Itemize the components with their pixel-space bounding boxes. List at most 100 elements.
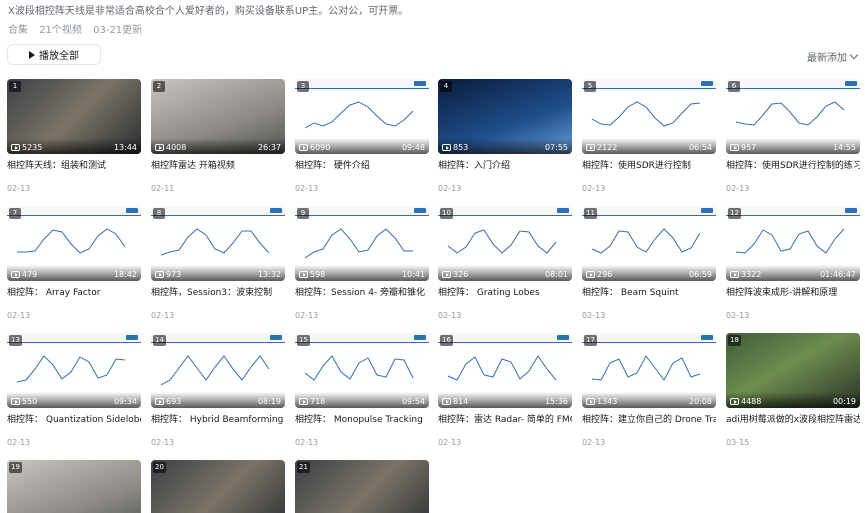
view-count: 598: [299, 270, 325, 279]
video-thumbnail[interactable]: 3 6090 09:48: [295, 79, 429, 154]
video-card[interactable]: 17 1343 20:08 相控阵：建立你自己的 Drone Tracking Rad…: [582, 333, 716, 447]
video-thumbnail[interactable]: 21: [295, 460, 429, 513]
view-count-value: 814: [453, 397, 469, 406]
video-title[interactable]: adi用树莓派做的x波段相控阵雷达: [726, 414, 860, 426]
video-index: 3: [297, 81, 309, 92]
video-date: 02-13: [582, 184, 606, 193]
video-card[interactable]: 16 814 15:36 相控阵：雷达 Radar- 简单的 FMCW 02-13: [438, 333, 572, 447]
video-thumbnail[interactable]: 6 957 14:55: [726, 79, 860, 154]
video-thumbnail[interactable]: 2 4008 26:37: [151, 79, 285, 154]
play-count-icon: [299, 271, 308, 278]
video-thumbnail[interactable]: 19: [7, 460, 141, 513]
video-title[interactable]: 相控阵：使用SDR进行控制: [582, 160, 716, 172]
video-card[interactable]: 2 4008 26:37 相控阵雷达 开箱视频 02-11: [151, 79, 285, 193]
video-index: 21: [297, 462, 310, 473]
video-thumbnail[interactable]: 8 973 13:32: [151, 206, 285, 281]
video-date: 02-11: [151, 184, 175, 193]
video-card[interactable]: 5 2122 06:54 相控阵：使用SDR进行控制 02-13: [582, 79, 716, 193]
video-index: 1: [9, 81, 21, 92]
video-card[interactable]: 4 853 07:55 相控阵：入门介绍 02-13: [438, 79, 572, 193]
video-date: 02-13: [582, 438, 606, 447]
play-count-icon: [586, 271, 595, 278]
video-title[interactable]: 相控阵： Array Factor: [7, 287, 141, 299]
video-date: 02-13: [438, 184, 462, 193]
video-card[interactable]: 15 718 09:54 相控阵： Monopulse Tracking 02-13: [295, 333, 429, 447]
video-card[interactable]: 8 973 13:32 相控阵，Session3：波束控制 02-13: [151, 206, 285, 320]
video-card[interactable]: 10 326 08:01 相控阵： Grating Lobes 02-13: [438, 206, 572, 320]
video-title[interactable]: 相控阵： Grating Lobes: [438, 287, 572, 299]
video-title[interactable]: 相控阵： Quantization Sidelobes: [7, 414, 141, 426]
view-count-value: 326: [453, 270, 469, 279]
video-card[interactable]: 18 4488 00:19 adi用树莓派做的x波段相控阵雷达 03-15: [726, 333, 860, 447]
video-thumbnail[interactable]: 10 326 08:01: [438, 206, 572, 281]
play-count-icon: [11, 144, 20, 151]
play-count-icon: [155, 144, 164, 151]
video-thumbnail[interactable]: 20: [151, 460, 285, 513]
video-duration: 20:08: [688, 397, 712, 406]
view-count: 296: [586, 270, 612, 279]
video-card[interactable]: 7 479 18:42 相控阵： Array Factor 02-13: [7, 206, 141, 320]
video-title[interactable]: 相控阵： Hybrid Beamforming: [151, 414, 285, 426]
video-card[interactable]: 6 957 14:55 相控阵：使用SDR进行控制的练习题 02-13: [726, 79, 860, 193]
view-count: 718: [299, 397, 325, 406]
video-thumbnail[interactable]: 7 479 18:42: [7, 206, 141, 281]
video-thumbnail[interactable]: 11 296 06:59: [582, 206, 716, 281]
video-thumbnail[interactable]: 16 814 15:36: [438, 333, 572, 408]
play-count-icon: [155, 398, 164, 405]
video-date: 02-13: [151, 311, 175, 320]
video-thumbnail[interactable]: 15 718 09:54: [295, 333, 429, 408]
view-count-value: 2122: [597, 143, 618, 152]
video-title[interactable]: 相控阵雷达 开箱视频: [151, 160, 285, 172]
video-card[interactable]: 3 6090 09:48 相控阵： 硬件介绍 02-13: [295, 79, 429, 193]
play-all-button[interactable]: 播放全部: [7, 44, 101, 65]
play-count-icon: [299, 398, 308, 405]
video-thumbnail[interactable]: 14 693 08:19: [151, 333, 285, 408]
view-count: 693: [155, 397, 181, 406]
video-card[interactable]: 13 550 09:34 相控阵： Quantization Sidelobes 02-…: [7, 333, 141, 447]
video-title[interactable]: 相控阵：使用SDR进行控制的练习题: [726, 160, 860, 172]
view-count: 326: [442, 270, 468, 279]
video-title[interactable]: 相控阵：Session 4- 旁瓣和锥化: [295, 287, 429, 299]
video-thumbnail[interactable]: 17 1343 20:08: [582, 333, 716, 408]
video-thumbnail[interactable]: 5 2122 06:54: [582, 79, 716, 154]
video-title[interactable]: 相控阵：雷达 Radar- 简单的 FMCW: [438, 414, 572, 426]
video-thumbnail[interactable]: 9 598 10:41: [295, 206, 429, 281]
video-card[interactable]: 12 3322 01:46:47 相控阵波束成形-讲解和原理 02-13: [726, 206, 860, 320]
play-icon: [29, 50, 35, 59]
video-title[interactable]: 相控阵： 硬件介绍: [295, 160, 429, 172]
view-count: 479: [11, 270, 37, 279]
video-thumbnail[interactable]: 12 3322 01:46:47: [726, 206, 860, 281]
video-title[interactable]: 相控阵： Monopulse Tracking: [295, 414, 429, 426]
video-card[interactable]: 9 598 10:41 相控阵：Session 4- 旁瓣和锥化 02-13: [295, 206, 429, 320]
video-card[interactable]: 11 296 06:59 相控阵： Beam Squint 02-13: [582, 206, 716, 320]
video-duration: 13:32: [257, 270, 281, 279]
video-index: 18: [728, 335, 741, 346]
view-count-value: 550: [22, 397, 38, 406]
video-thumbnail[interactable]: 13 550 09:34: [7, 333, 141, 408]
video-card[interactable]: 19: [7, 460, 141, 513]
video-index: 5: [584, 81, 596, 92]
video-title[interactable]: 相控阵波束成形-讲解和原理: [726, 287, 860, 299]
video-card[interactable]: 21: [295, 460, 429, 513]
view-count-value: 853: [453, 143, 469, 152]
video-thumbnail[interactable]: 18 4488 00:19: [726, 333, 860, 408]
video-date: 03-15: [726, 438, 750, 447]
video-title[interactable]: 相控阵：建立你自己的 Drone Tracking Radar- 部分1: [582, 414, 716, 426]
video-title[interactable]: 相控阵：入门介绍: [438, 160, 572, 172]
view-count-value: 4488: [741, 397, 762, 406]
video-title[interactable]: 相控阵，Session3：波束控制: [151, 287, 285, 299]
view-count: 550: [11, 397, 37, 406]
video-index: 14: [153, 335, 166, 346]
video-title[interactable]: 相控阵： Beam Squint: [582, 287, 716, 299]
video-card[interactable]: 1 5235 13:44 相控阵天线：组装和测试 02-13: [7, 79, 141, 193]
video-date: 02-13: [295, 438, 319, 447]
video-thumbnail[interactable]: 4 853 07:55: [438, 79, 572, 154]
video-card[interactable]: 14 693 08:19 相控阵： Hybrid Beamforming 02-13: [151, 333, 285, 447]
video-duration: 18:42: [113, 270, 137, 279]
view-count: 3322: [730, 270, 761, 279]
sort-dropdown[interactable]: 最新添加: [807, 49, 859, 64]
video-title[interactable]: 相控阵天线：组装和测试: [7, 160, 141, 172]
video-duration: 01:46:47: [820, 270, 856, 279]
video-thumbnail[interactable]: 1 5235 13:44: [7, 79, 141, 154]
video-card[interactable]: 20: [151, 460, 285, 513]
